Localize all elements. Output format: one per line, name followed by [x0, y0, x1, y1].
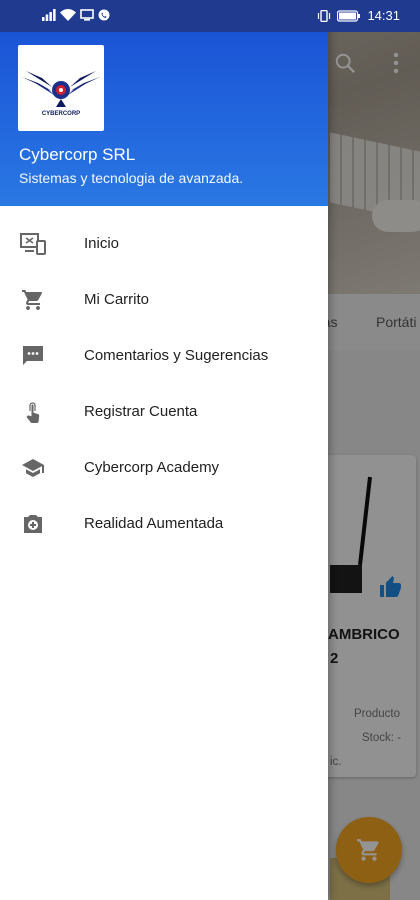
company-name: Cybercorp SRL — [19, 145, 136, 164]
screen-cast-icon — [80, 9, 94, 21]
status-icons-right: 14:31 — [317, 8, 400, 23]
touch-icon — [26, 402, 40, 423]
menu-item-label: Comentarios y Sugerencias — [84, 347, 269, 364]
wifi-icon — [60, 9, 76, 21]
devices-icon — [20, 233, 46, 255]
camera-plus-icon — [24, 515, 42, 533]
logo-wordmark: CYBERCORP — [42, 111, 80, 117]
drawer-menu: Inicio Mi Carrito Comentarios y Sugerenc… — [0, 216, 328, 552]
status-time: 14:31 — [367, 8, 400, 23]
status-bar: 14:31 — [0, 0, 420, 32]
menu-item-realidad-aumentada[interactable]: Realidad Aumentada — [0, 496, 328, 552]
menu-item-comentarios[interactable]: Comentarios y Sugerencias — [0, 328, 328, 384]
menu-item-label: Mi Carrito — [84, 291, 150, 308]
menu-item-cybercorp-academy[interactable]: Cybercorp Academy — [0, 440, 328, 496]
battery-icon — [337, 9, 361, 22]
vibrate-icon — [318, 9, 331, 22]
drawer-header: CYBERCORP Cybercorp SRL Sistemas y tecno… — [0, 32, 328, 206]
comment-icon — [23, 346, 43, 365]
navigation-drawer: CYBERCORP Cybercorp SRL Sistemas y tecno… — [0, 0, 328, 900]
menu-item-label: Realidad Aumentada — [84, 515, 224, 532]
menu-item-registrar-cuenta[interactable]: Registrar Cuenta — [0, 384, 328, 440]
cart-icon — [22, 290, 42, 310]
cybercorp-logo: CYBERCORP — [18, 45, 104, 131]
menu-item-label: Registrar Cuenta — [84, 403, 198, 420]
whatsapp-icon — [98, 9, 110, 21]
menu-item-inicio[interactable]: Inicio — [0, 216, 328, 272]
signal-icon — [42, 9, 56, 21]
company-tagline: Sistemas y tecnologia de avanzada. — [19, 170, 244, 186]
menu-item-label: Inicio — [84, 235, 120, 252]
eagle-logo-icon: CYBERCORP — [22, 71, 100, 117]
menu-item-label: Cybercorp Academy — [84, 459, 220, 476]
menu-item-mi-carrito[interactable]: Mi Carrito — [0, 272, 328, 328]
school-icon — [22, 459, 44, 477]
status-icons-left — [42, 9, 110, 21]
